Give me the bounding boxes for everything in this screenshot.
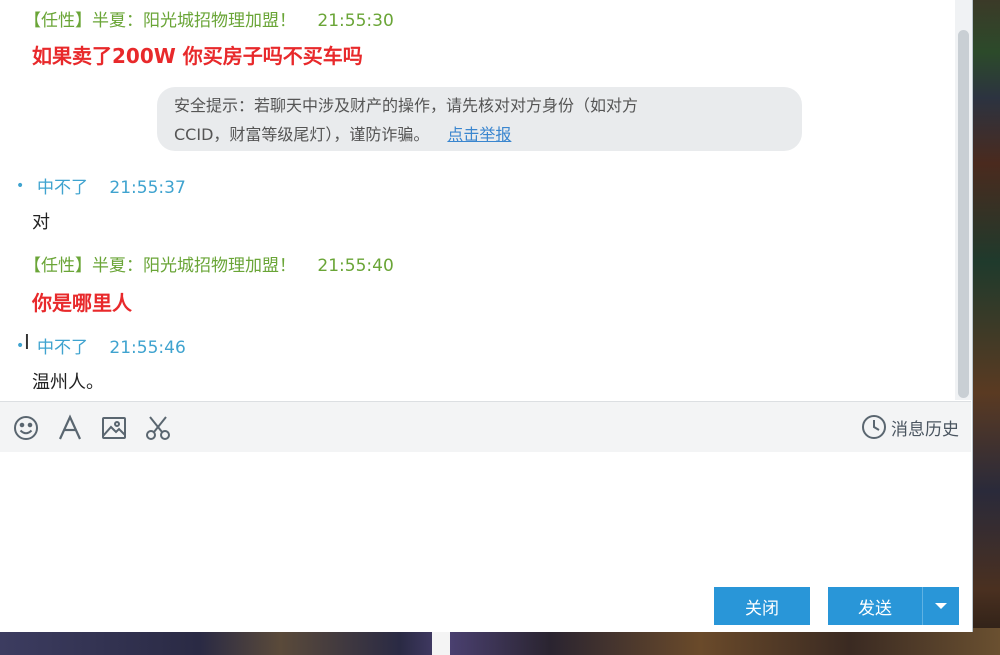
text-cursor-icon: I (24, 330, 30, 354)
chat-scrollbar[interactable] (955, 0, 972, 400)
send-options-button[interactable] (922, 587, 959, 625)
message-header: 【任性】半夏：阳光城招物理加盟！ 21:55:30 (24, 6, 394, 31)
font-icon[interactable] (56, 414, 84, 442)
message-text: 你是哪里人 (32, 291, 132, 315)
sender-name[interactable]: 【任性】半夏：阳光城招物理加盟！ (24, 256, 296, 276)
send-button[interactable]: 发送 (828, 587, 922, 625)
sender-name[interactable]: 【任性】半夏：阳光城招物理加盟！ (24, 11, 296, 31)
message-time: 21:55:37 (109, 178, 186, 198)
close-button[interactable]: 关闭 (714, 587, 810, 625)
scissors-icon[interactable] (144, 414, 172, 442)
message-time: 21:55:46 (109, 338, 186, 358)
history-label: 消息历史 (891, 419, 959, 440)
emoji-icon[interactable] (12, 414, 40, 442)
clock-icon (862, 415, 886, 439)
status-dot: • (16, 178, 25, 194)
security-notice: 安全提示：若聊天中涉及财产的操作，请先核对对方身份（如对方 CCID，财富等级尾… (157, 87, 802, 151)
message-text: 对 (32, 212, 50, 233)
chat-window: 【任性】半夏：阳光城招物理加盟！ 21:55:30 如果卖了200W 你买房子吗… (0, 0, 973, 632)
message-text: 温州人。 (32, 372, 104, 393)
sender-name[interactable]: 中不了 (37, 338, 88, 358)
message-list[interactable]: 【任性】半夏：阳光城招物理加盟！ 21:55:30 如果卖了200W 你买房子吗… (0, 0, 955, 400)
notice-line: CCID，财富等级尾灯），谨防诈骗。 点击举报 (174, 120, 802, 149)
message-time: 21:55:40 (317, 256, 394, 276)
scrollbar-thumb[interactable] (958, 30, 969, 398)
message-header: 中不了 21:55:37 (37, 173, 186, 198)
message-text: 如果卖了200W 你买房子吗不买车吗 (32, 44, 363, 68)
game-background-right (972, 0, 1000, 655)
input-toolbar: 消息历史 (0, 401, 971, 453)
sender-name[interactable]: 中不了 (37, 178, 88, 198)
message-history-button[interactable]: 消息历史 (861, 414, 959, 440)
notice-line-text: CCID，财富等级尾灯），谨防诈骗。 (174, 125, 430, 144)
chevron-down-icon (935, 603, 947, 609)
report-link[interactable]: 点击举报 (447, 125, 511, 144)
message-time: 21:55:30 (317, 11, 394, 31)
message-input[interactable] (0, 452, 971, 582)
message-header: 中不了 21:55:46 (37, 333, 186, 358)
notice-line: 安全提示：若聊天中涉及财产的操作，请先核对对方身份（如对方 (174, 96, 639, 115)
message-header: 【任性】半夏：阳光城招物理加盟！ 21:55:40 (24, 251, 394, 276)
image-icon[interactable] (100, 414, 128, 442)
game-background-bottom (0, 628, 1000, 655)
